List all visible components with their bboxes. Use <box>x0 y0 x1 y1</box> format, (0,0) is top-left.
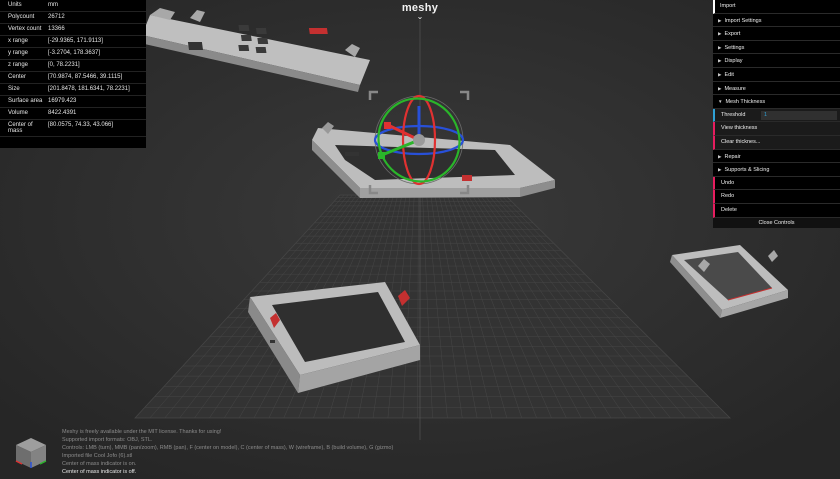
log-line: Meshy is freely available under the MIT … <box>62 429 222 435</box>
log-line: Supported import formats: OBJ, STL. <box>62 437 153 443</box>
triangle-right-icon: ▶ <box>718 71 722 77</box>
info-row-z-range: z range [0, 78.2231] <box>0 60 146 72</box>
folder-label: Import <box>720 3 736 9</box>
folder-import-settings[interactable]: ▶ Import Settings <box>713 14 840 28</box>
log-line: Controls: LMB (turn), MMB (pan/zoom), RM… <box>62 445 394 451</box>
redo-button[interactable]: Redo <box>713 190 840 204</box>
triangle-right-icon: ▶ <box>718 44 722 50</box>
view-thickness-button[interactable]: View thickness <box>713 122 840 136</box>
folder-import[interactable]: Import <box>713 0 840 14</box>
undo-button[interactable]: Undo <box>713 176 840 191</box>
triangle-right-icon: ▶ <box>718 17 722 23</box>
info-label: y range <box>8 50 29 56</box>
mesh-thickness-panel: Threshold View thickness Clear thicknes.… <box>713 108 840 150</box>
folder-measure[interactable]: ▶ Measure <box>713 82 840 96</box>
info-value: [201.8478, 181.6341, 78.2231] <box>48 86 130 92</box>
folder-edit[interactable]: ▶ Edit <box>713 68 840 82</box>
info-value: 16979.423 <box>48 98 77 104</box>
folder-label: Measure <box>724 85 746 92</box>
info-label: x range <box>8 38 29 44</box>
folder-repair[interactable]: ▶ Repair <box>713 150 840 164</box>
info-row-size: Size [201.8478, 181.6341, 78.2231] <box>0 84 146 96</box>
triangle-down-icon: ▼ <box>718 99 723 105</box>
mesh-info-panel: Units mm Polycount 26712 Vertex count 13366 x … <box>0 0 146 148</box>
info-row-center-of-mass: Center of mass [80.0575, 74.33, 43.066] <box>0 120 146 137</box>
info-value: 13366 <box>48 26 65 32</box>
controls-panel: Import ▶ Import Settings ▶ Export ▶ Settings ▶ D… <box>713 0 840 228</box>
folder-export[interactable]: ▶ Export <box>713 27 840 41</box>
folder-display[interactable]: ▶ Display <box>713 54 840 68</box>
folder-label: Import Settings <box>724 17 762 24</box>
folder-label: Export <box>724 31 741 38</box>
info-label: Volume <box>8 110 29 116</box>
info-value: [-3.2704, 178.3637] <box>48 50 101 56</box>
threshold-input[interactable] <box>761 110 837 120</box>
folder-settings[interactable]: ▶ Settings <box>713 41 840 55</box>
folder-mesh-thickness[interactable]: ▼ Mesh Thickness <box>713 95 840 109</box>
clear-thickness-button[interactable]: Clear thicknes... <box>713 135 840 150</box>
threshold-label: Threshold <box>721 111 746 118</box>
triangle-right-icon: ▶ <box>718 31 722 37</box>
info-row-vertex-count: Vertex count 13366 <box>0 24 146 36</box>
triangle-right-icon: ▶ <box>718 58 722 64</box>
info-value: [0, 78.2231] <box>48 62 80 68</box>
info-value: 8422.4391 <box>48 110 77 116</box>
orientation-cube-icon[interactable] <box>14 436 48 470</box>
info-row-x-range: x range [-29.9365, 171.9113] <box>0 36 146 48</box>
info-label: Center <box>8 74 27 80</box>
folder-label: Display <box>724 58 743 65</box>
info-value: [80.0575, 74.33, 43.066] <box>48 122 114 128</box>
info-label: Vertex count <box>8 26 42 32</box>
info-row-volume: Volume 8422.4391 <box>0 108 146 120</box>
threshold-control: Threshold <box>713 108 840 123</box>
delete-button[interactable]: Delete <box>713 203 840 218</box>
triangle-right-icon: ▶ <box>718 167 722 173</box>
info-label: z range <box>8 62 29 68</box>
close-controls-button[interactable]: Close Controls <box>713 217 840 228</box>
folder-label: Repair <box>724 153 741 160</box>
info-row-y-range: y range [-3.2704, 178.3637] <box>0 48 146 60</box>
log-line: Center of mass indicator is on. <box>62 461 137 467</box>
info-label: Center of mass <box>8 122 33 134</box>
triangle-right-icon: ▶ <box>718 85 722 91</box>
info-label: Surface area <box>8 98 43 104</box>
console-log: Meshy is freely available under the MIT … <box>62 428 393 476</box>
info-row-center: Center [70.9874, 87.5466, 39.1115] <box>0 72 146 84</box>
log-line: Imported file Cool Jofo (6).stl <box>62 453 133 459</box>
folder-label: Supports & Slicing <box>724 167 770 174</box>
folder-supports-slicing[interactable]: ▶ Supports & Slicing <box>713 163 840 177</box>
folder-label: Settings <box>724 44 745 51</box>
log-line: Center of mass indicator is off. <box>62 469 137 475</box>
triangle-right-icon: ▶ <box>718 153 722 159</box>
info-value: [70.9874, 87.5466, 39.1115] <box>48 74 123 80</box>
info-row-surface-area: Surface area 16979.423 <box>0 96 146 108</box>
folder-label: Edit <box>724 71 734 78</box>
info-label: Size <box>8 86 20 92</box>
info-value: [-29.9365, 171.9113] <box>48 38 103 44</box>
folder-label: Mesh Thickness <box>725 99 766 106</box>
